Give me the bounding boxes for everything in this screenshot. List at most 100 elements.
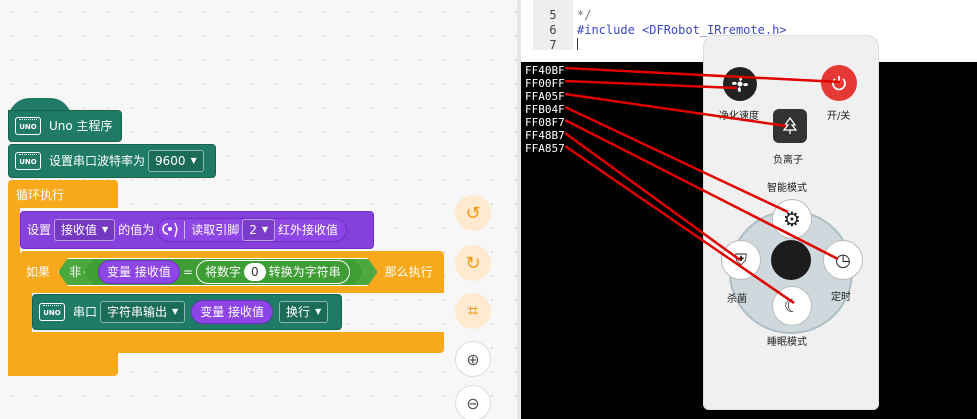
baud-dropdown[interactable]: 9600 ▼ — [148, 150, 204, 172]
text-cursor — [577, 38, 578, 50]
moon-icon: ☾ — [783, 295, 801, 317]
ir-receiver-icon — [162, 221, 186, 239]
serial-label: 串口 — [73, 305, 98, 319]
zoom-out-button[interactable]: ⊖ — [455, 385, 491, 419]
uno-board-icon: UNO — [15, 117, 41, 135]
uno-chip-text: UNO — [19, 123, 37, 131]
baud-value: 9600 — [155, 154, 186, 168]
purify-label: 净化速度 — [719, 111, 759, 122]
block-canvas[interactable]: UNO Uno 主程序 UNO 设置串口波特率为 9600 ▼ 循环执行 设置 接… — [0, 0, 517, 419]
var-name: 接收值 — [134, 265, 171, 279]
uno-main-block[interactable]: UNO Uno 主程序 — [8, 110, 122, 142]
to-string-label: 转换为字符串 — [268, 265, 341, 279]
convert-label: 将数字 — [204, 265, 241, 279]
sterilize-button: ⛨ — [721, 240, 761, 280]
redo-icon: ↻ — [465, 252, 481, 274]
number-to-string-block[interactable]: 将数字 0 转换为字符串 — [196, 260, 350, 284]
uno-chip-text: UNO — [43, 309, 61, 317]
if-label: 如果 — [26, 265, 51, 279]
fan-icon — [731, 75, 749, 93]
output-mode-dropdown[interactable]: 字符串输出 ▼ — [100, 301, 186, 323]
tree-icon — [782, 116, 798, 134]
undo-icon: ↺ — [465, 202, 481, 224]
loop-block-arm — [8, 206, 20, 376]
if-block-bottom — [20, 332, 444, 353]
timer-label: 定时 — [831, 292, 851, 303]
undo-button[interactable]: ↺ — [455, 195, 491, 231]
power-label: 开/关 — [827, 111, 851, 122]
number-input[interactable]: 0 — [244, 263, 266, 281]
var-label: 变量 — [200, 305, 225, 319]
pin-value: 2 — [249, 223, 257, 237]
if-block-content: 如果 非 变量 接收值 = 将数字 0 转换为字符串 那么执行 — [20, 257, 433, 287]
sleep-button: ☾ — [772, 286, 812, 326]
power-button — [821, 65, 857, 101]
equals-sign: = — [182, 265, 193, 279]
serial-line: FFB04F — [525, 103, 565, 116]
output-mode-value: 字符串输出 — [107, 305, 168, 319]
smart-button: ⚙ — [772, 199, 812, 239]
serial-print-block[interactable]: UNO 串口 字符串输出 ▼ 变量 接收值 换行 ▼ — [32, 294, 342, 330]
then-label: 那么执行 — [384, 265, 433, 279]
sterilize-label: 杀菌 — [727, 294, 747, 305]
loop-label: 循环执行 — [16, 188, 65, 202]
chevron-down-icon: ▼ — [102, 225, 109, 234]
ion-button — [773, 109, 807, 143]
serial-line: FFA857 — [525, 142, 565, 155]
code-line: */ — [577, 8, 592, 22]
set-variable-block[interactable]: 设置 接收值 ▼ 的值为 读取引脚 2 ▼ 红外接收值 — [20, 211, 374, 249]
serial-line: FF48B7 — [525, 129, 565, 142]
uno-chip-text: UNO — [19, 158, 37, 166]
zoom-out-icon: ⊖ — [466, 393, 480, 413]
purify-button — [723, 67, 757, 101]
serial-line: FFA05F — [525, 90, 565, 103]
not-label: 非 — [69, 265, 82, 279]
uno-board-icon: UNO — [15, 152, 41, 170]
variable-reporter[interactable]: 变量 接收值 — [98, 260, 180, 284]
ir-receive-label: 红外接收值 — [278, 223, 339, 237]
variable-reporter[interactable]: 变量 接收值 — [191, 300, 274, 324]
read-pin-label: 读取引脚 — [191, 223, 240, 237]
zoom-in-icon: ⊕ — [466, 349, 480, 369]
line-number: 5 — [549, 8, 557, 22]
value-is-label: 的值为 — [118, 223, 155, 237]
var-name: 接收值 — [228, 305, 265, 319]
chevron-down-icon: ▼ — [315, 307, 322, 316]
timer-button: ◷ — [823, 240, 863, 280]
clock-icon: ◷ — [835, 249, 851, 271]
uno-board-icon: UNO — [39, 303, 65, 321]
sleep-label: 睡眠模式 — [767, 337, 807, 348]
crop-icon: ⌗ — [467, 300, 479, 322]
set-label: 设置 — [27, 223, 52, 237]
zoom-in-button[interactable]: ⊕ — [455, 341, 491, 377]
serial-line: FF08F7 — [525, 116, 565, 129]
variable-name: 接收值 — [61, 223, 98, 237]
compare-block[interactable]: 变量 接收值 = 将数字 0 转换为字符串 — [84, 258, 364, 286]
chevron-down-icon: ▼ — [261, 225, 269, 234]
not-block[interactable]: 非 变量 接收值 = 将数字 0 转换为字符串 — [58, 258, 378, 286]
redo-button[interactable]: ↻ — [455, 245, 491, 281]
serial-line: FF00FF — [525, 77, 565, 90]
serial-baud-label: 设置串口波特率为 — [49, 154, 146, 168]
remote-control-photo: 净化速度 开/关 负离子 智能模式 ⚙ ⛨ ◷ ☾ 杀菌 定时 睡眠模式 — [703, 35, 879, 410]
center-button — [771, 240, 811, 280]
gear-icon: ⚙ — [783, 207, 801, 231]
uno-main-label: Uno 主程序 — [49, 119, 113, 133]
line-number: 7 — [549, 38, 557, 52]
line-number: 6 — [549, 23, 557, 37]
power-icon — [832, 76, 846, 91]
newline-value: 换行 — [286, 305, 311, 319]
variable-dropdown[interactable]: 接收值 ▼ — [54, 219, 116, 241]
serial-baud-block[interactable]: UNO 设置串口波特率为 9600 ▼ — [8, 144, 216, 178]
chevron-down-icon: ▼ — [172, 307, 179, 316]
chevron-down-icon: ▼ — [190, 156, 197, 165]
smart-label: 智能模式 — [767, 183, 807, 194]
pin-dropdown[interactable]: 2 ▼ — [242, 219, 276, 241]
newline-dropdown[interactable]: 换行 ▼ — [279, 301, 329, 323]
ion-label: 负离子 — [773, 155, 803, 166]
ir-read-block[interactable]: 读取引脚 2 ▼ 红外接收值 — [157, 218, 348, 242]
serial-line: FF40BF — [525, 64, 565, 77]
crop-button[interactable]: ⌗ — [455, 293, 491, 329]
shield-icon: ⛨ — [734, 250, 747, 269]
loop-block-bottom — [8, 352, 118, 376]
